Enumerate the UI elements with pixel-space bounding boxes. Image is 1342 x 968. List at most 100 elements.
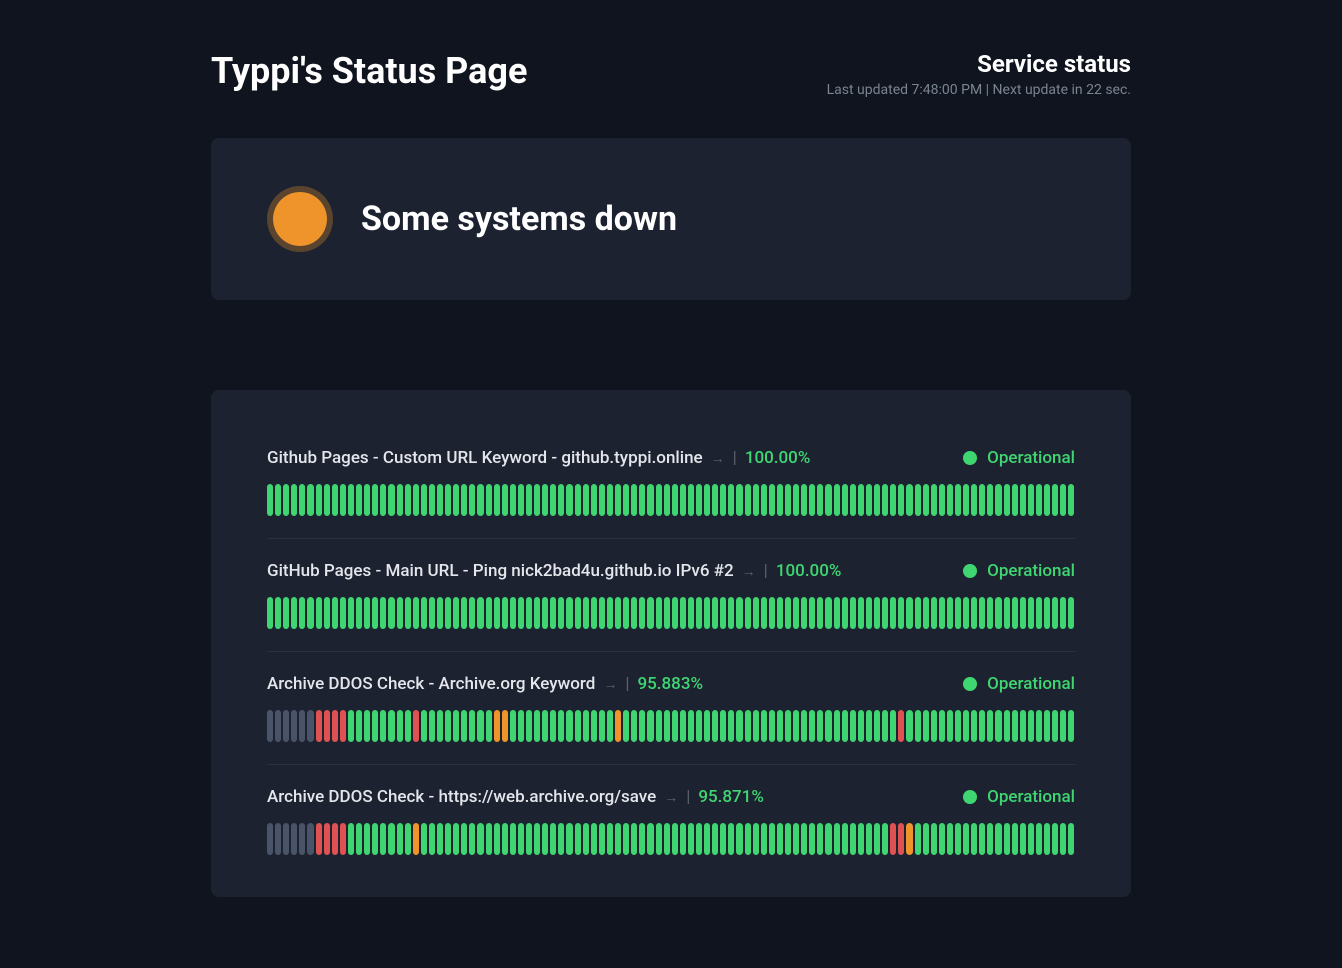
- uptime-bar-segment[interactable]: [340, 823, 346, 855]
- uptime-bar-segment[interactable]: [672, 823, 678, 855]
- uptime-bar-segment[interactable]: [324, 710, 330, 742]
- uptime-bar-segment[interactable]: [898, 597, 904, 629]
- uptime-bar-segment[interactable]: [979, 710, 985, 742]
- uptime-bar-segment[interactable]: [388, 710, 394, 742]
- uptime-bar-segment[interactable]: [348, 484, 354, 516]
- uptime-bar-segment[interactable]: [380, 484, 386, 516]
- uptime-bar-segment[interactable]: [817, 710, 823, 742]
- uptime-bar-segment[interactable]: [801, 823, 807, 855]
- uptime-bar-segment[interactable]: [963, 597, 969, 629]
- uptime-bar-segment[interactable]: [753, 710, 759, 742]
- uptime-bar-segment[interactable]: [494, 484, 500, 516]
- uptime-bar-segment[interactable]: [979, 484, 985, 516]
- uptime-bar-segment[interactable]: [866, 823, 872, 855]
- uptime-bar-segment[interactable]: [332, 710, 338, 742]
- uptime-bar-segment[interactable]: [987, 484, 993, 516]
- uptime-bar-segment[interactable]: [316, 823, 322, 855]
- uptime-bar-segment[interactable]: [299, 597, 305, 629]
- uptime-bar-segment[interactable]: [906, 823, 912, 855]
- uptime-bar-segment[interactable]: [850, 484, 856, 516]
- uptime-bar-segment[interactable]: [372, 823, 378, 855]
- uptime-bar-segment[interactable]: [1020, 484, 1026, 516]
- uptime-bar-segment[interactable]: [437, 823, 443, 855]
- uptime-bar-segment[interactable]: [1052, 597, 1058, 629]
- uptime-bar-segment[interactable]: [486, 710, 492, 742]
- uptime-bar-segment[interactable]: [348, 597, 354, 629]
- uptime-bar-segment[interactable]: [664, 597, 670, 629]
- uptime-bar-segment[interactable]: [963, 823, 969, 855]
- uptime-bar-segment[interactable]: [769, 484, 775, 516]
- uptime-bar-segment[interactable]: [647, 597, 653, 629]
- uptime-bar-segment[interactable]: [923, 597, 929, 629]
- uptime-bar-segment[interactable]: [364, 823, 370, 855]
- uptime-bar-segment[interactable]: [437, 710, 443, 742]
- uptime-bar-segment[interactable]: [307, 484, 313, 516]
- uptime-bar-segment[interactable]: [939, 823, 945, 855]
- uptime-bar-segment[interactable]: [267, 823, 273, 855]
- uptime-bar-segment[interactable]: [388, 597, 394, 629]
- uptime-bar-segment[interactable]: [380, 597, 386, 629]
- uptime-bar-segment[interactable]: [656, 823, 662, 855]
- uptime-bar-segment[interactable]: [477, 710, 483, 742]
- uptime-bar-segment[interactable]: [477, 484, 483, 516]
- uptime-bar-segment[interactable]: [939, 710, 945, 742]
- uptime-bar-segment[interactable]: [291, 597, 297, 629]
- uptime-bar-segment[interactable]: [647, 710, 653, 742]
- uptime-bar-segment[interactable]: [356, 597, 362, 629]
- uptime-bar-segment[interactable]: [356, 484, 362, 516]
- uptime-bar-segment[interactable]: [1004, 597, 1010, 629]
- uptime-bar-segment[interactable]: [906, 484, 912, 516]
- uptime-bar-segment[interactable]: [923, 823, 929, 855]
- uptime-bar-segment[interactable]: [1028, 597, 1034, 629]
- uptime-bar-segment[interactable]: [898, 823, 904, 855]
- uptime-bar-segment[interactable]: [923, 484, 929, 516]
- uptime-bar-segment[interactable]: [599, 710, 605, 742]
- uptime-bar-segment[interactable]: [542, 823, 548, 855]
- uptime-bar-segment[interactable]: [461, 484, 467, 516]
- uptime-bar-segment[interactable]: [453, 484, 459, 516]
- uptime-bar-segment[interactable]: [866, 484, 872, 516]
- uptime-bar-segment[interactable]: [745, 823, 751, 855]
- uptime-bar-segment[interactable]: [761, 597, 767, 629]
- uptime-bar-segment[interactable]: [575, 484, 581, 516]
- uptime-bar-segment[interactable]: [874, 710, 880, 742]
- uptime-bar-segment[interactable]: [364, 710, 370, 742]
- uptime-bar-segment[interactable]: [688, 710, 694, 742]
- uptime-bar-segment[interactable]: [898, 484, 904, 516]
- uptime-bar-segment[interactable]: [1060, 484, 1066, 516]
- uptime-bar-segment[interactable]: [405, 710, 411, 742]
- uptime-bar-segment[interactable]: [502, 710, 508, 742]
- uptime-bar-segment[interactable]: [672, 484, 678, 516]
- uptime-bar-segment[interactable]: [413, 823, 419, 855]
- uptime-bar-segment[interactable]: [615, 710, 621, 742]
- uptime-bar-segment[interactable]: [413, 484, 419, 516]
- uptime-bar-segment[interactable]: [858, 597, 864, 629]
- uptime-bar-segment[interactable]: [631, 823, 637, 855]
- uptime-bar-segment[interactable]: [534, 823, 540, 855]
- uptime-bar-segment[interactable]: [550, 597, 556, 629]
- uptime-bar-segment[interactable]: [583, 710, 589, 742]
- uptime-bar-segment[interactable]: [680, 597, 686, 629]
- uptime-bar-segment[interactable]: [712, 823, 718, 855]
- uptime-bar-segment[interactable]: [696, 484, 702, 516]
- uptime-bar-segment[interactable]: [947, 597, 953, 629]
- uptime-bar-segment[interactable]: [963, 484, 969, 516]
- uptime-bar-segment[interactable]: [971, 710, 977, 742]
- uptime-bar-segment[interactable]: [680, 484, 686, 516]
- uptime-bar-segment[interactable]: [1036, 823, 1042, 855]
- uptime-bar-segment[interactable]: [494, 597, 500, 629]
- uptime-bar-segment[interactable]: [583, 484, 589, 516]
- uptime-bar-segment[interactable]: [656, 484, 662, 516]
- uptime-bar-segment[interactable]: [502, 597, 508, 629]
- uptime-bar-segment[interactable]: [769, 710, 775, 742]
- uptime-bar-segment[interactable]: [931, 484, 937, 516]
- uptime-bar-segment[interactable]: [777, 710, 783, 742]
- uptime-bar-segment[interactable]: [1004, 484, 1010, 516]
- uptime-bar-segment[interactable]: [291, 484, 297, 516]
- uptime-bar-segment[interactable]: [688, 484, 694, 516]
- uptime-bar-segment[interactable]: [720, 484, 726, 516]
- uptime-bar-segment[interactable]: [809, 710, 815, 742]
- uptime-bar-segment[interactable]: [906, 597, 912, 629]
- uptime-bar-segment[interactable]: [518, 484, 524, 516]
- uptime-bar-segment[interactable]: [356, 710, 362, 742]
